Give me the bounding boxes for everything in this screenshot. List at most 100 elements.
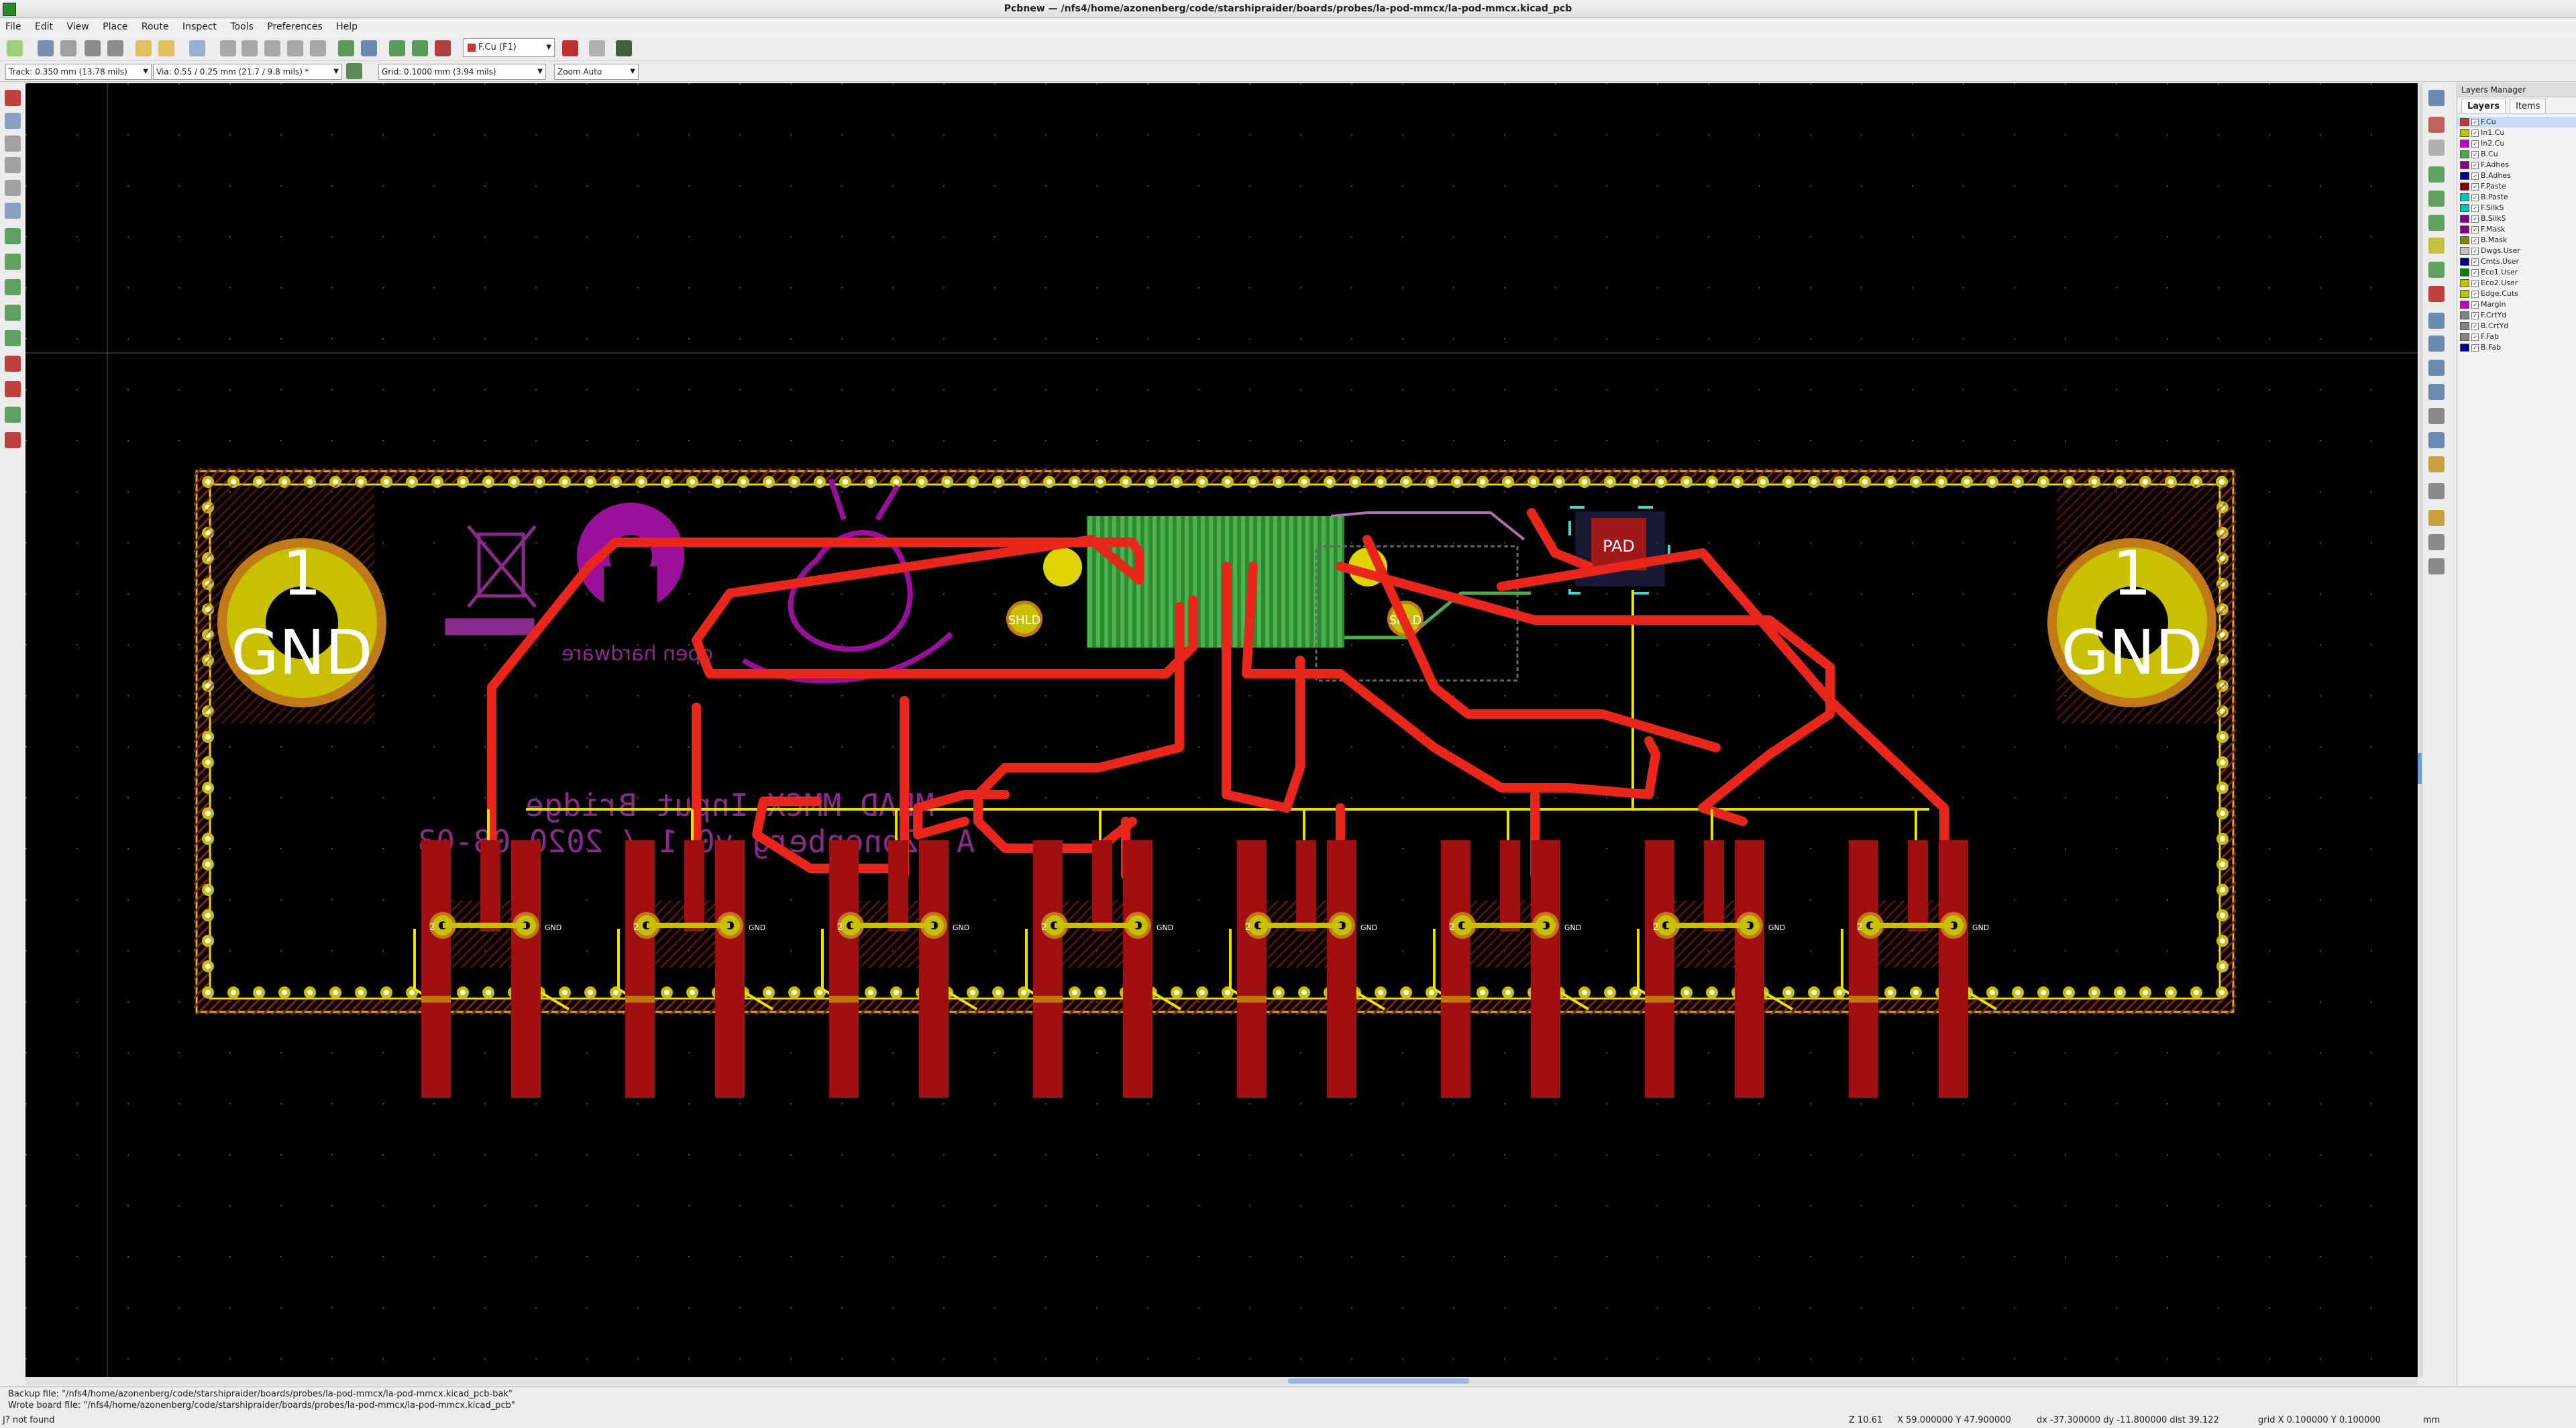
layer-color-swatch[interactable] xyxy=(2460,301,2469,309)
pad-sketch-icon[interactable] xyxy=(5,305,21,321)
update-pcb-icon[interactable] xyxy=(389,40,405,56)
layer-visibility-checkbox[interactable]: ✓ xyxy=(2471,118,2479,126)
zoom-out-icon[interactable] xyxy=(264,40,280,56)
draw-polygon-icon[interactable] xyxy=(2428,384,2445,400)
layer-row[interactable]: ✓ B.CrtYd xyxy=(2457,321,2576,332)
polar-coords-icon[interactable] xyxy=(5,136,21,152)
layer-visibility-checkbox[interactable]: ✓ xyxy=(2471,322,2479,330)
highlight-net-tool-icon[interactable] xyxy=(2428,117,2445,133)
menu-preferences[interactable]: Preferences xyxy=(262,21,327,32)
draw-line-icon[interactable] xyxy=(2428,313,2445,329)
draw-arc-icon[interactable] xyxy=(2428,360,2445,376)
layer-row[interactable]: ✓ F.Fab xyxy=(2457,332,2576,342)
layer-row[interactable]: ✓ F.Cu xyxy=(2457,117,2576,128)
layer-row[interactable]: ✓ Eco2.User xyxy=(2457,278,2576,289)
add-keepout-icon[interactable] xyxy=(2428,286,2445,302)
layer-pair-icon[interactable] xyxy=(562,40,578,56)
layer-visibility-checkbox[interactable]: ✓ xyxy=(2471,236,2479,244)
drc-marker-icon[interactable] xyxy=(5,90,21,106)
layer-color-swatch[interactable] xyxy=(2460,344,2469,352)
layer-visibility-checkbox[interactable]: ✓ xyxy=(2471,215,2479,223)
layer-color-swatch[interactable] xyxy=(2460,290,2469,298)
grid-size-dropdown[interactable]: Grid: 0.1000 mm (3.94 mils) ▼ xyxy=(378,64,546,80)
local-ratsnest-icon[interactable] xyxy=(2428,140,2445,156)
add-target-icon[interactable] xyxy=(2428,456,2445,472)
layer-color-swatch[interactable] xyxy=(2460,183,2469,191)
menu-edit[interactable]: Edit xyxy=(30,21,58,32)
layer-color-swatch[interactable] xyxy=(2460,150,2469,158)
layer-color-swatch[interactable] xyxy=(2460,215,2469,223)
via-size-dropdown[interactable]: Via: 0.55 / 0.25 mm (21.7 / 9.8 mils) * ▼ xyxy=(153,64,342,80)
highlight-net-icon[interactable] xyxy=(589,40,605,56)
horizontal-scroll-thumb[interactable] xyxy=(1288,1378,1469,1384)
cursor-shape-icon[interactable] xyxy=(5,203,21,219)
layer-row[interactable]: ✓ Dwgs.User xyxy=(2457,246,2576,256)
layer-row[interactable]: ✓ F.Adhes xyxy=(2457,160,2576,170)
layer-visibility-checkbox[interactable]: ✓ xyxy=(2471,311,2479,319)
layer-row[interactable]: ✓ In1.Cu xyxy=(2457,128,2576,138)
auto-track-width-icon[interactable] xyxy=(346,63,362,79)
microwave-tools-icon[interactable] xyxy=(5,432,21,448)
layer-color-swatch[interactable] xyxy=(2460,118,2469,126)
undo-icon[interactable] xyxy=(136,40,152,56)
layer-visibility-checkbox[interactable]: ✓ xyxy=(2471,183,2479,191)
layer-row[interactable]: ✓ In2.Cu xyxy=(2457,138,2576,149)
menu-help[interactable]: Help xyxy=(331,21,363,32)
select-tool-icon[interactable] xyxy=(2428,90,2445,106)
units-inch-icon[interactable] xyxy=(5,157,21,173)
show-ratsnest-icon[interactable] xyxy=(5,228,21,244)
tab-layers[interactable]: Layers xyxy=(2461,99,2506,113)
tab-items[interactable]: Items xyxy=(2510,99,2546,113)
layer-row[interactable]: ✓ Margin xyxy=(2457,299,2576,310)
layer-visibility-checkbox[interactable]: ✓ xyxy=(2471,344,2479,352)
layer-color-swatch[interactable] xyxy=(2460,236,2469,244)
refresh-icon[interactable] xyxy=(220,40,236,56)
delete-tool-icon[interactable] xyxy=(2428,483,2445,499)
layer-color-swatch[interactable] xyxy=(2460,172,2469,180)
layer-row[interactable]: ✓ B.Cu xyxy=(2457,149,2576,160)
layer-visibility-checkbox[interactable]: ✓ xyxy=(2471,247,2479,255)
horizontal-scrollbar[interactable] xyxy=(25,1377,2418,1385)
layer-row[interactable]: ✓ B.Mask xyxy=(2457,235,2576,246)
layer-visibility-checkbox[interactable]: ✓ xyxy=(2471,268,2479,276)
menu-tools[interactable]: Tools xyxy=(225,21,259,32)
layer-visibility-checkbox[interactable]: ✓ xyxy=(2471,333,2479,341)
layer-color-swatch[interactable] xyxy=(2460,279,2469,287)
print-icon[interactable] xyxy=(85,40,101,56)
layer-visibility-checkbox[interactable]: ✓ xyxy=(2471,150,2479,158)
layer-visibility-checkbox[interactable]: ✓ xyxy=(2471,258,2479,266)
layer-visibility-checkbox[interactable]: ✓ xyxy=(2471,140,2479,148)
new-board-icon[interactable] xyxy=(7,40,23,56)
via-sketch-icon[interactable] xyxy=(5,330,21,346)
add-zone-icon[interactable] xyxy=(2428,262,2445,278)
layer-color-swatch[interactable] xyxy=(2460,311,2469,319)
add-text-icon[interactable] xyxy=(2428,408,2445,424)
layers-manager-icon[interactable] xyxy=(5,407,21,423)
draw-circle-icon[interactable] xyxy=(2428,336,2445,352)
zoom-dropdown[interactable]: Zoom Auto ▼ xyxy=(554,64,639,80)
layer-visibility-checkbox[interactable]: ✓ xyxy=(2471,129,2479,137)
ic-footprint[interactable]: PAD xyxy=(1568,506,1670,595)
layer-color-swatch[interactable] xyxy=(2460,161,2469,169)
layer-color-swatch[interactable] xyxy=(2460,247,2469,255)
measure-tool-icon[interactable] xyxy=(2428,558,2445,574)
add-dimension-icon[interactable] xyxy=(2428,432,2445,448)
zone-fill-icon[interactable] xyxy=(5,254,21,270)
layer-color-swatch[interactable] xyxy=(2460,225,2469,234)
zoom-in-icon[interactable] xyxy=(241,40,258,56)
layer-row[interactable]: ✓ B.Paste xyxy=(2457,192,2576,203)
pcb-canvas[interactable]: 1 GND 1 GND open hardware MEAD MMCX Inpu… xyxy=(25,83,2418,1377)
drill-origin-icon[interactable] xyxy=(2428,510,2445,526)
scripting-icon[interactable] xyxy=(435,40,451,56)
menu-route[interactable]: Route xyxy=(136,21,174,32)
menu-view[interactable]: View xyxy=(61,21,94,32)
page-settings-icon[interactable] xyxy=(60,40,76,56)
layer-visibility-checkbox[interactable]: ✓ xyxy=(2471,193,2479,201)
find-icon[interactable] xyxy=(189,40,205,56)
layer-color-swatch[interactable] xyxy=(2460,268,2469,276)
units-mm-icon[interactable] xyxy=(5,180,21,196)
pcb-drawing[interactable]: 1 GND 1 GND open hardware MEAD MMCX Inpu… xyxy=(25,83,2418,1377)
high-contrast-icon[interactable] xyxy=(5,381,21,397)
layer-color-swatch[interactable] xyxy=(2460,204,2469,212)
layer-color-swatch[interactable] xyxy=(2460,140,2469,148)
